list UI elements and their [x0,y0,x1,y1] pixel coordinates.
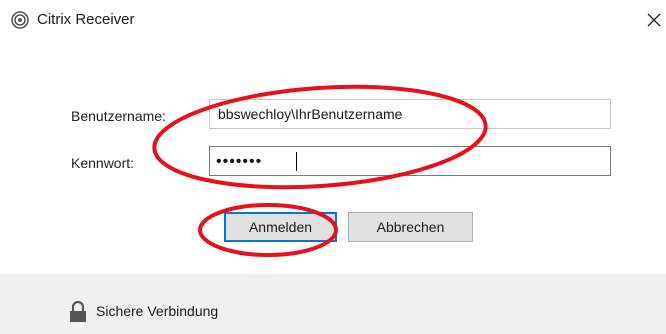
username-input[interactable] [210,100,610,128]
text-caret [296,152,297,171]
password-mask: ••••••• [216,153,263,170]
password-label: Kennwort: [71,155,135,171]
citrix-logo-icon [11,11,29,29]
citrix-login-window: Citrix Receiver Benutzername: Kennwort: … [0,0,666,334]
footer-bar: Sichere Verbindung [0,274,666,334]
username-label: Benutzername: [71,108,166,124]
window-title: Citrix Receiver [37,11,135,28]
secure-connection-text: Sichere Verbindung [96,303,219,319]
title-bar: Citrix Receiver [0,0,666,40]
cancel-button[interactable]: Abbrechen [348,212,473,242]
login-button[interactable]: Anmelden [224,212,337,242]
close-icon[interactable] [642,6,666,34]
login-form: Benutzername: Kennwort: ••••••• Anmelden… [0,40,666,274]
password-field[interactable]: ••••••• [209,146,611,176]
lock-icon [69,300,87,323]
username-field[interactable] [209,99,611,129]
